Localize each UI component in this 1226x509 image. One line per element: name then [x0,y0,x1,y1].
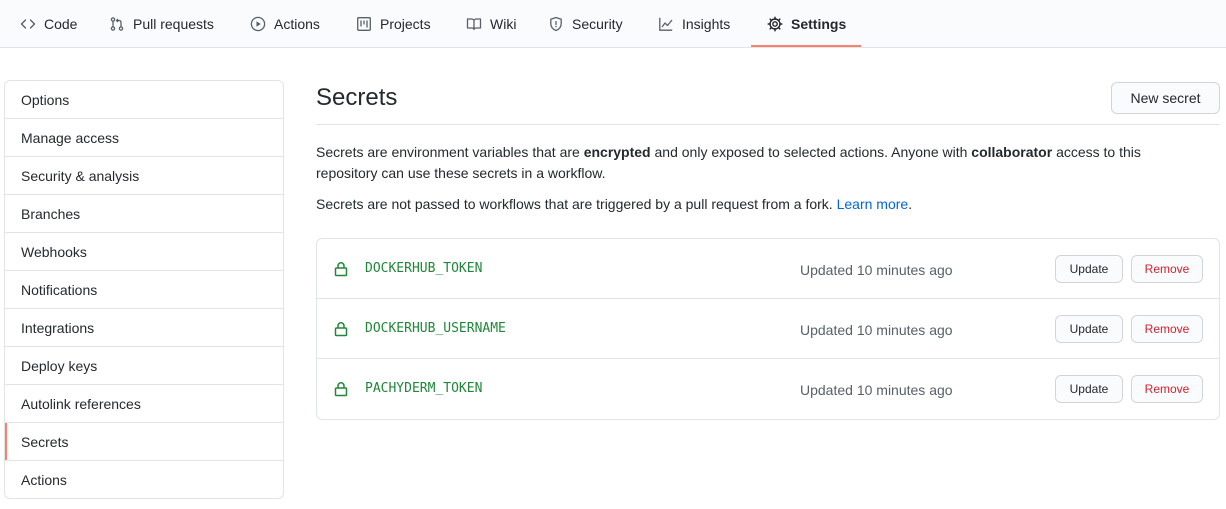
new-secret-button[interactable]: New secret [1111,82,1220,114]
sidebar-item-autolink-references[interactable]: Autolink references [5,385,283,423]
secret-row: DOCKERHUB_TOKEN Updated 10 minutes ago U… [317,239,1219,299]
update-secret-button[interactable]: Update [1055,255,1123,283]
secret-name: DOCKERHUB_TOKEN [365,261,483,276]
desc-bold-encrypted: encrypted [583,144,651,160]
tab-code[interactable]: Code [20,0,77,48]
sidebar-item-options[interactable]: Options [5,81,283,119]
graph-icon [658,16,674,32]
sidebar-item-manage-access[interactable]: Manage access [5,119,283,157]
tab-wiki[interactable]: Wiki [466,0,516,48]
secrets-description: Secrets are environment variables that a… [316,142,1196,184]
secret-row: PACHYDERM_TOKEN Updated 10 minutes ago U… [317,359,1219,419]
book-icon [466,16,482,32]
remove-secret-button[interactable]: Remove [1131,255,1203,283]
tab-insights[interactable]: Insights [658,0,730,48]
learn-more-link[interactable]: Learn more [837,196,909,212]
secret-updated-time: Updated 10 minutes ago [800,322,953,338]
secrets-list: DOCKERHUB_TOKEN Updated 10 minutes ago U… [316,238,1220,420]
tab-actions[interactable]: Actions [250,0,320,48]
tab-settings[interactable]: Settings [767,0,846,48]
update-secret-button[interactable]: Update [1055,315,1123,343]
update-secret-button[interactable]: Update [1055,375,1123,403]
tab-security[interactable]: Security [548,0,623,48]
lock-icon [334,261,348,277]
secret-name: DOCKERHUB_USERNAME [365,321,506,336]
tab-label: Wiki [490,16,517,32]
lock-icon [334,381,348,397]
sidebar-item-secrets[interactable]: Secrets [5,423,283,461]
page-title: Secrets [316,84,398,111]
remove-secret-button[interactable]: Remove [1131,315,1203,343]
sidebar-item-branches[interactable]: Branches [5,195,283,233]
pull-request-icon [109,16,125,32]
fork-note-text: Secrets are not passed to workflows that… [316,196,837,212]
project-icon [356,16,372,32]
gear-icon [767,16,783,32]
sidebar-item-notifications[interactable]: Notifications [5,271,283,309]
tab-label: Actions [274,16,320,32]
sidebar-item-integrations[interactable]: Integrations [5,309,283,347]
secret-updated-time: Updated 10 minutes ago [800,262,953,278]
tab-label: Code [44,16,78,32]
desc-bold-collaborator: collaborator [971,144,1053,160]
tab-label: Pull requests [133,16,214,32]
fork-note-end: . [908,196,913,212]
tab-label: Settings [791,16,847,32]
sidebar-item-deploy-keys[interactable]: Deploy keys [5,347,283,385]
title-divider [316,124,1220,125]
lock-icon [334,321,348,337]
tab-label: Projects [380,16,431,32]
tab-label: Security [572,16,623,32]
repo-nav: Code Pull requests Actions Projects Wiki… [0,0,1226,48]
settings-sidebar: Options Manage access Security & analysi… [4,80,284,499]
fork-note: Secrets are not passed to workflows that… [316,194,1216,215]
play-icon [250,16,266,32]
sidebar-item-webhooks[interactable]: Webhooks [5,233,283,271]
tab-label: Insights [682,16,731,32]
desc-text: and only exposed to selected actions. An… [650,144,972,160]
secret-updated-time: Updated 10 minutes ago [800,382,953,398]
tab-pull-requests[interactable]: Pull requests [109,0,214,48]
sidebar-item-actions[interactable]: Actions [5,461,283,498]
shield-icon [548,16,564,32]
code-icon [20,16,36,32]
sidebar-item-security-analysis[interactable]: Security & analysis [5,157,283,195]
tab-projects[interactable]: Projects [356,0,431,48]
desc-text: Secrets are environment variables that a… [316,144,584,160]
remove-secret-button[interactable]: Remove [1131,375,1203,403]
active-tab-indicator [751,45,861,47]
secret-row: DOCKERHUB_USERNAME Updated 10 minutes ag… [317,299,1219,359]
secret-name: PACHYDERM_TOKEN [365,381,483,396]
